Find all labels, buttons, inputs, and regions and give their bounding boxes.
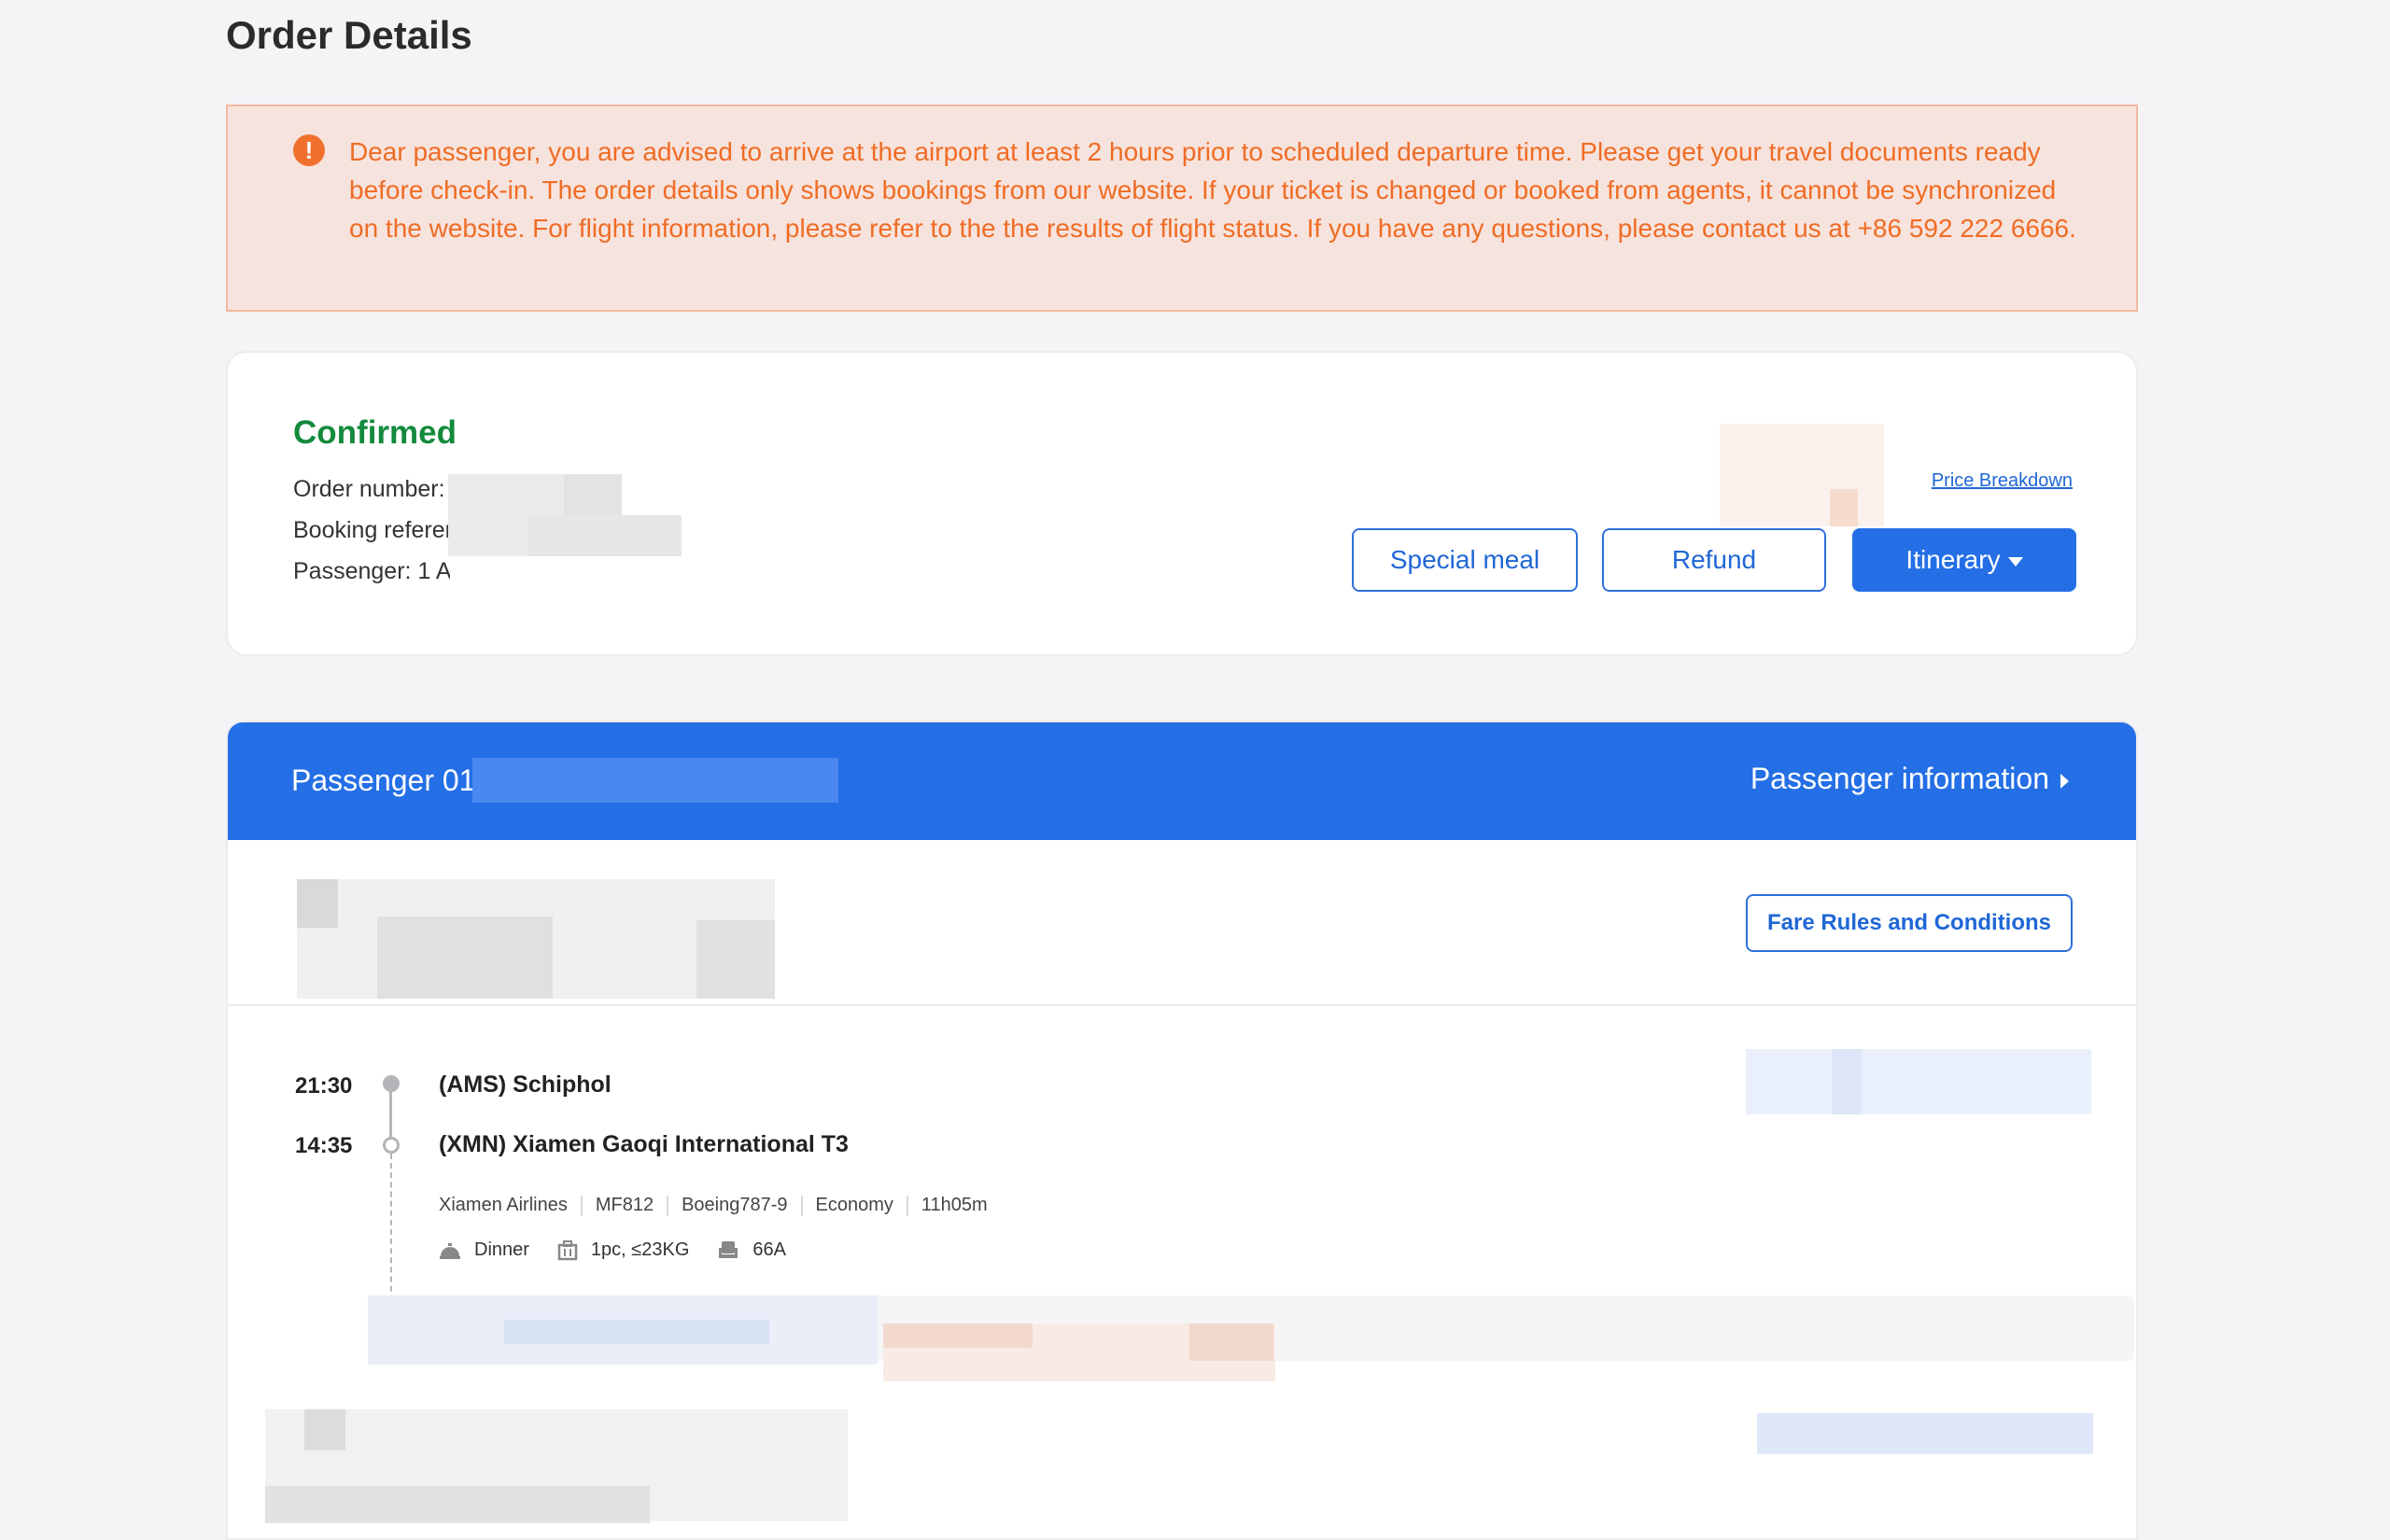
arrival-time: 14:35 bbox=[295, 1133, 353, 1158]
seat-icon bbox=[717, 1240, 739, 1261]
redacted-flight-status bbox=[1832, 1049, 1862, 1114]
baggage-service: 1pc, ≤23KG bbox=[557, 1239, 689, 1261]
separator bbox=[800, 1195, 803, 1216]
redacted-footer-info bbox=[1757, 1413, 2093, 1454]
redacted-price bbox=[1830, 489, 1858, 526]
refund-button[interactable]: Refund bbox=[1602, 528, 1826, 592]
redacted-segment-info bbox=[1189, 1323, 1273, 1361]
notice-banner: ! Dear passenger, you are advised to arr… bbox=[226, 105, 2138, 312]
passenger-information-link[interactable]: Passenger information bbox=[1750, 762, 2069, 796]
flight-services: Dinner 1pc, ≤23KG 66A bbox=[439, 1239, 814, 1261]
order-status: Confirmed bbox=[293, 414, 457, 451]
redacted-footer-info bbox=[265, 1486, 650, 1523]
seat-label: 66A bbox=[752, 1239, 786, 1260]
redacted-price bbox=[1720, 424, 1884, 526]
meal-label: Dinner bbox=[474, 1239, 529, 1260]
redacted-flight-status bbox=[1746, 1049, 2091, 1114]
departure-time: 21:30 bbox=[295, 1073, 353, 1099]
chevron-right-icon bbox=[2060, 773, 2069, 789]
notice-text: Dear passenger, you are advised to arriv… bbox=[349, 137, 2076, 243]
booking-reference-label: Booking referer bbox=[293, 517, 450, 543]
fare-rules-button[interactable]: Fare Rules and Conditions bbox=[1746, 894, 2073, 952]
baggage-icon bbox=[557, 1239, 578, 1261]
order-number-label: Order number: bbox=[293, 476, 445, 502]
redacted-ticket-info bbox=[297, 879, 338, 928]
departure-airport: (AMS) Schiphol bbox=[439, 1071, 612, 1098]
chevron-down-icon bbox=[2007, 556, 2023, 567]
separator bbox=[667, 1195, 669, 1216]
passenger-header: Passenger 01: Passenger information bbox=[228, 722, 2136, 840]
meal-service: Dinner bbox=[439, 1239, 529, 1261]
separator bbox=[906, 1195, 908, 1216]
flight-number: MF812 bbox=[595, 1195, 654, 1215]
order-summary-card: Confirmed Order number: Booking referer … bbox=[226, 351, 2138, 656]
passenger-count-label: Passenger: 1 A( bbox=[293, 558, 450, 584]
passenger-card: Passenger 01: Passenger information Fare… bbox=[226, 721, 2138, 1540]
arrival-dot bbox=[383, 1137, 400, 1154]
airline-name: Xiamen Airlines bbox=[439, 1195, 568, 1215]
price-breakdown-link[interactable]: Price Breakdown bbox=[1932, 470, 2073, 492]
aircraft-type: Boeing787-9 bbox=[682, 1195, 788, 1215]
seat-service: 66A bbox=[717, 1239, 786, 1261]
redacted-booking-reference bbox=[528, 515, 682, 556]
redacted-footer-info bbox=[304, 1409, 345, 1450]
flight-duration: 11h05m bbox=[921, 1195, 988, 1215]
passenger-header-label: Passenger 01: bbox=[291, 763, 485, 797]
redacted-order-number bbox=[564, 474, 622, 515]
page-title: Order Details bbox=[226, 13, 472, 57]
redacted-passenger-name bbox=[472, 758, 838, 803]
exclamation-icon: ! bbox=[293, 134, 325, 166]
itinerary-button[interactable]: Itinerary bbox=[1852, 528, 2076, 592]
redacted-segment-info bbox=[504, 1320, 769, 1344]
special-meal-button[interactable]: Special meal bbox=[1352, 528, 1578, 592]
itinerary-label: Itinerary bbox=[1905, 545, 2001, 574]
separator bbox=[580, 1195, 583, 1216]
redacted-ticket-info bbox=[377, 917, 553, 999]
cabin-class: Economy bbox=[815, 1195, 893, 1215]
timeline-line bbox=[389, 1090, 392, 1139]
meal-icon bbox=[439, 1241, 461, 1260]
flight-details: Xiamen Airlines MF812 Boeing787-9 Econom… bbox=[439, 1195, 988, 1216]
redacted-ticket-info bbox=[696, 920, 775, 999]
baggage-label: 1pc, ≤23KG bbox=[590, 1239, 690, 1260]
passenger-information-label: Passenger information bbox=[1750, 762, 2049, 795]
arrival-airport: (XMN) Xiamen Gaoqi International T3 bbox=[439, 1131, 849, 1157]
redacted-segment-info bbox=[883, 1323, 1033, 1348]
section-divider bbox=[228, 1004, 2136, 1006]
